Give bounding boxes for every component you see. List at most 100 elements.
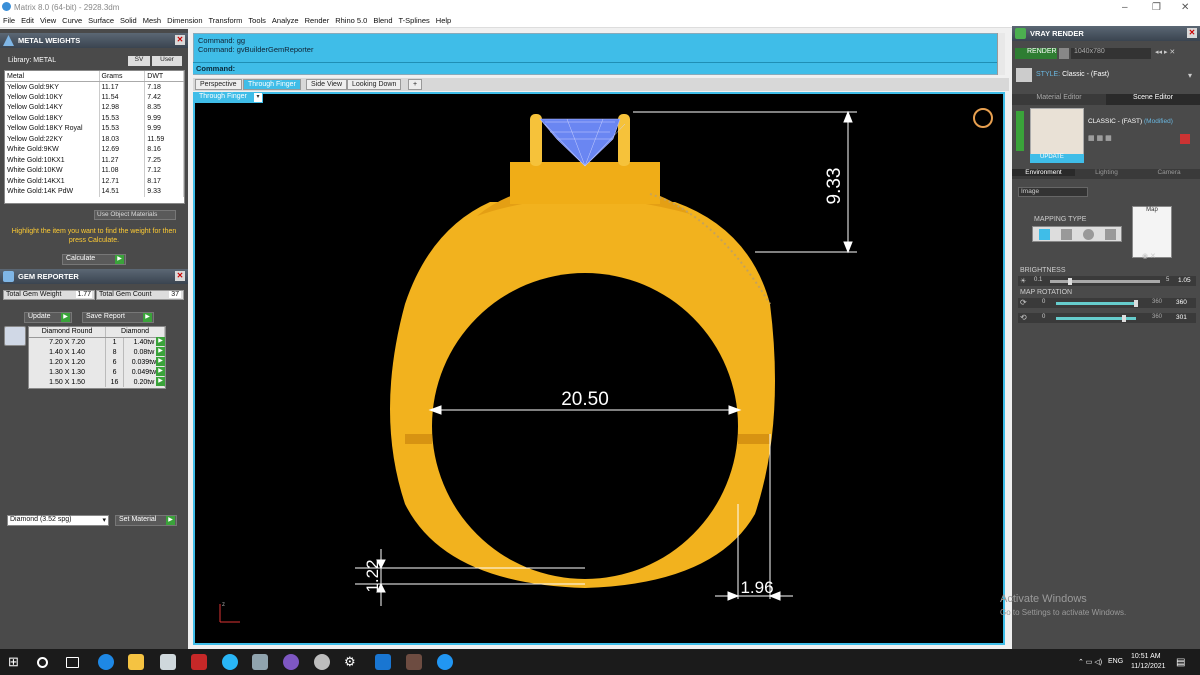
table-row[interactable]: White Gold:9KW 12.69 8.16 xyxy=(5,144,184,155)
settings-icon[interactable]: ⚙ xyxy=(344,654,360,670)
play-icon[interactable]: ▶ xyxy=(156,377,165,386)
search-icon[interactable] xyxy=(37,657,48,668)
tab-environment[interactable]: Environment xyxy=(1012,169,1075,176)
menu-transform[interactable]: Transform xyxy=(206,14,246,25)
menu-rhino[interactable]: Rhino 5.0 xyxy=(332,14,370,25)
menu-edit[interactable]: Edit xyxy=(18,14,37,25)
preset-tools[interactable]: ▦ ▦ ▦ xyxy=(1088,134,1132,144)
image-select[interactable]: Image xyxy=(1018,187,1088,197)
side-handle[interactable] xyxy=(1016,111,1024,151)
slider-knob[interactable] xyxy=(1122,315,1126,322)
language-indicator[interactable]: ENG xyxy=(1108,658,1123,665)
table-row[interactable]: Yellow Gold:18KY 15.53 9.99 xyxy=(5,113,184,124)
sphere-map-icon[interactable] xyxy=(1083,229,1094,240)
rotation-1-slider[interactable] xyxy=(1056,300,1138,307)
play-icon[interactable]: ▶ xyxy=(156,337,165,346)
table-row[interactable]: White Gold:10KW 11.08 7.12 xyxy=(5,165,184,176)
clock-date[interactable]: 11/12/2021 xyxy=(1131,663,1166,670)
menu-solid[interactable]: Solid xyxy=(117,14,140,25)
tab-side-view[interactable]: Side View xyxy=(306,79,348,90)
mapping-type-buttons[interactable] xyxy=(1032,226,1122,242)
close-icon[interactable]: ✕ xyxy=(1181,2,1189,13)
start-icon[interactable]: ⊞ xyxy=(8,654,24,670)
menu-tools[interactable]: Tools xyxy=(245,14,269,25)
app-icon-7[interactable] xyxy=(375,654,391,670)
tab-perspective[interactable]: Perspective xyxy=(195,79,242,90)
maximize-icon[interactable]: ❐ xyxy=(1152,2,1161,13)
camera-icon[interactable] xyxy=(1059,48,1069,59)
play-icon[interactable]: ▶ xyxy=(156,347,165,356)
app-icon-2[interactable] xyxy=(191,654,207,670)
user-button[interactable]: User xyxy=(152,56,182,66)
app-icon-3[interactable] xyxy=(222,654,238,670)
add-tab-button[interactable]: + xyxy=(408,79,423,90)
render-controls[interactable]: ◂◂ ▸ ✕ xyxy=(1155,48,1197,59)
ring-nav-icon[interactable] xyxy=(973,108,993,128)
cube-map-icon[interactable] xyxy=(1061,229,1072,240)
menu-blend[interactable]: Blend xyxy=(370,14,395,25)
app-icon-4[interactable] xyxy=(252,654,268,670)
table-row[interactable]: Yellow Gold:18KY Royal 15.53 9.99 xyxy=(5,123,184,134)
viewport[interactable]: 9.33 20.50 1.22 1.96 z xyxy=(193,92,1005,645)
notifications-icon[interactable]: ▤ xyxy=(1176,657,1185,668)
command-scrollbar[interactable] xyxy=(997,33,1005,75)
brightness-slider[interactable] xyxy=(1050,278,1160,285)
update-button[interactable]: Update ▶ xyxy=(24,312,72,323)
menu-dimension[interactable]: Dimension xyxy=(164,14,205,25)
save-report-button[interactable]: Save Report ▶ xyxy=(82,312,154,323)
table-row[interactable]: Yellow Gold:10KY 11.54 7.42 xyxy=(5,92,184,103)
table-row[interactable]: White Gold:14K PdW 14.51 9.33 xyxy=(5,186,184,197)
menu-mesh[interactable]: Mesh xyxy=(140,14,164,25)
tab-lighting[interactable]: Lighting xyxy=(1075,169,1138,176)
tab-camera[interactable]: Camera xyxy=(1138,169,1200,176)
slider-knob[interactable] xyxy=(1134,300,1138,307)
table-row[interactable]: 1.30 X 1.30 6 0.049tw xyxy=(29,367,166,377)
calculate-button[interactable]: Calculate ▶ xyxy=(62,254,126,265)
tab-material-editor[interactable]: Material Editor xyxy=(1012,94,1106,105)
tab-looking-down[interactable]: Looking Down xyxy=(347,79,402,90)
table-row[interactable]: Yellow Gold:14KY 12.98 8.35 xyxy=(5,102,184,113)
table-row[interactable]: 1.20 X 1.20 6 0.039tw xyxy=(29,357,166,367)
brightness-value[interactable]: 1.05 xyxy=(1178,277,1191,284)
file-explorer-icon[interactable] xyxy=(128,654,144,670)
edge-icon[interactable] xyxy=(98,654,114,670)
matrix-app-icon[interactable] xyxy=(406,654,422,670)
close-panel-icon[interactable]: ✕ xyxy=(1187,28,1197,38)
command-prompt[interactable]: Command: xyxy=(193,62,997,74)
resolution-field[interactable]: 1040x780 xyxy=(1071,48,1151,59)
menu-surface[interactable]: Surface xyxy=(85,14,117,25)
delete-preset-icon[interactable] xyxy=(1180,134,1190,144)
render-button[interactable]: RENDER xyxy=(1015,48,1057,59)
map-thumbnail[interactable]: Map xyxy=(1132,206,1172,258)
planar-map-icon[interactable] xyxy=(1039,229,1050,240)
rotation-2-slider[interactable] xyxy=(1056,315,1136,322)
zoom-icon[interactable] xyxy=(437,654,453,670)
viewport-label[interactable]: Through Finger ▾ xyxy=(195,92,263,103)
task-view-icon[interactable] xyxy=(66,657,79,668)
table-row[interactable]: 7.20 X 7.20 1 1.40tw xyxy=(29,337,166,347)
clock-time[interactable]: 10:51 AM xyxy=(1131,653,1161,660)
material-select[interactable]: Diamond (3.52 spg) ▾ xyxy=(7,515,109,526)
slider-knob[interactable] xyxy=(1068,278,1072,285)
table-row[interactable]: White Gold:14KX1 12.71 8.17 xyxy=(5,176,184,187)
rotation-1-value[interactable]: 360 xyxy=(1176,299,1187,306)
close-panel-icon[interactable]: ✕ xyxy=(175,271,185,281)
menu-view[interactable]: View xyxy=(37,14,59,25)
table-row[interactable]: 1.50 X 1.50 16 0.20tw xyxy=(29,377,166,387)
rotation-2-value[interactable]: 301 xyxy=(1176,314,1187,321)
menu-file[interactable]: File xyxy=(0,14,18,25)
sv-button[interactable]: SV xyxy=(128,56,150,66)
table-row[interactable]: Yellow Gold:22KY 18.03 11.59 xyxy=(5,134,184,145)
menu-tsplines[interactable]: T-Splines xyxy=(396,14,433,25)
play-icon[interactable]: ▶ xyxy=(156,357,165,366)
chevron-down-icon[interactable]: ▾ xyxy=(1188,71,1192,80)
use-object-materials-toggle[interactable]: Use Object Materials xyxy=(94,210,176,220)
cylinder-map-icon[interactable] xyxy=(1105,229,1116,240)
table-row[interactable]: White Gold:10KX1 11.27 7.25 xyxy=(5,155,184,166)
app-icon-6[interactable] xyxy=(314,654,330,670)
style-row[interactable]: STYLE: Classic - (Fast) xyxy=(1036,71,1109,78)
tab-scene-editor[interactable]: Scene Editor xyxy=(1106,94,1200,105)
set-material-button[interactable]: Set Material ▶ xyxy=(115,515,177,526)
close-panel-icon[interactable]: ✕ xyxy=(175,35,185,45)
update-button[interactable]: UPDATE xyxy=(1030,154,1084,163)
